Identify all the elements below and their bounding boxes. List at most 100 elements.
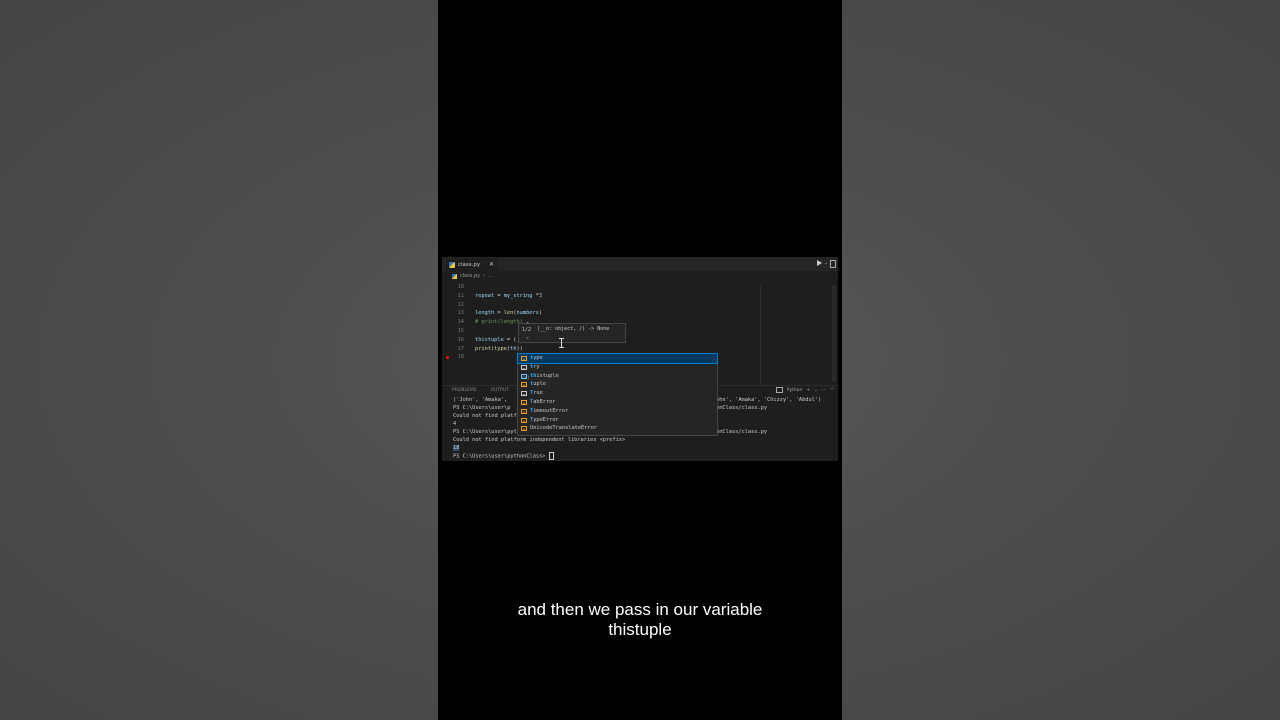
- line-number: 11: [457, 292, 464, 299]
- suggestion-rest: ry: [533, 363, 540, 370]
- terminal-dropdown-icon[interactable]: ⌄: [814, 388, 818, 393]
- suggestion-item[interactable]: ≡ True: [518, 389, 717, 398]
- suggestion-label: TimeoutError: [530, 407, 568, 416]
- split-editor-icon[interactable]: [830, 260, 836, 268]
- signature-next-icon[interactable]: ⌄: [526, 334, 529, 340]
- maximize-panel-icon[interactable]: ^: [830, 388, 834, 393]
- terminal-line: Could not find platform independent libr…: [453, 436, 625, 444]
- close-tab-icon[interactable]: ✕: [489, 261, 494, 268]
- terminal-cursor: [548, 452, 554, 460]
- panel-tabs: PROBLEMS OUTPUT: [452, 388, 509, 393]
- minimap-divider: [760, 285, 761, 385]
- suggestion-item[interactable]: ⊞ TabError: [518, 398, 717, 407]
- code-line[interactable]: 16 thistuple = (: [442, 336, 838, 345]
- signature-page: 1/2: [522, 327, 532, 333]
- code-token: repeat: [475, 292, 495, 299]
- code-token: thistuple: [475, 336, 504, 343]
- panel-actions: Python + ⌄ ··· ^: [775, 387, 834, 393]
- keyword-icon: ≡: [521, 364, 527, 371]
- terminal-name[interactable]: Python: [787, 388, 803, 393]
- breadcrumb-file[interactable]: class.py: [460, 273, 480, 279]
- breadcrumb: class.py › ...: [452, 273, 493, 279]
- tab-problems[interactable]: PROBLEMS: [452, 388, 477, 393]
- suggestion-rest: rue: [533, 390, 543, 397]
- code-token: ): [538, 310, 543, 317]
- code-token: numbers: [516, 310, 539, 317]
- suggestion-rest: abError: [533, 399, 556, 405]
- code-token: print: [475, 345, 491, 352]
- terminal-line-fragment: ohn', 'Amaka', 'Chizzy', 'Abdul'): [716, 397, 822, 403]
- suggestion-rest: ypeError: [533, 416, 559, 423]
- terminal-text: ('John', 'Amaka',: [453, 397, 508, 403]
- terminal-line: PS C:\Users\user\pythonClass>: [453, 452, 554, 461]
- suggestion-item[interactable]: ⊞ type: [517, 353, 718, 364]
- run-options-chevron-icon[interactable]: ⌄: [824, 260, 828, 266]
- breadcrumb-rest[interactable]: ...: [488, 273, 493, 279]
- signature-help-popup: ^ 1/2 ⌄ (__o: object, /) -> None: [518, 322, 626, 343]
- line-number: 18: [457, 354, 464, 361]
- terminal-text: Could not find platform independent libr…: [453, 437, 626, 443]
- editor-scrollbar[interactable]: [832, 285, 836, 381]
- code-line[interactable]: 10: [442, 283, 838, 292]
- code-token: 3: [538, 292, 543, 299]
- terminal-text: PS C:\Users\user\p: [453, 405, 511, 411]
- terminal-line: PS C:\Users\user\p: [453, 404, 510, 412]
- code-token: =: [494, 292, 504, 299]
- autocomplete-list[interactable]: ⊞ type ≡ try [x] thistuple ⊞ tuple ≡ True ⊞ TabErro…: [517, 353, 718, 436]
- suggestion-rest: ype: [533, 355, 543, 361]
- more-actions-icon[interactable]: ···: [822, 388, 826, 393]
- suggestion-item[interactable]: [x] thistuple: [518, 372, 717, 381]
- terminal-line-fragment: onClass/class.py: [716, 429, 768, 435]
- tab-filename: class.py: [458, 261, 481, 268]
- video-caption: and then we pass in our variable thistup…: [438, 600, 842, 640]
- code-token: =: [494, 310, 504, 317]
- line-code: length = len(numbers): [475, 309, 542, 318]
- tab-class-py[interactable]: class.py ✕: [446, 258, 498, 271]
- suggestion-item[interactable]: ⊞ TimeoutError: [518, 407, 717, 416]
- line-number: 15: [457, 328, 464, 334]
- code-token: length: [475, 310, 495, 317]
- line-number: 17: [457, 345, 464, 352]
- line-code: print(type(th)): [475, 345, 523, 354]
- code-token: type: [494, 345, 507, 352]
- signature-text: (__o: object, /) -> None: [537, 326, 610, 332]
- suggestion-item[interactable]: ⊞ tuple: [518, 380, 717, 389]
- keyword-icon: ≡: [521, 391, 527, 398]
- code-editor-window: class.py ✕ ⌄ class.py › ... 10 11 repeat =…: [442, 257, 838, 461]
- breakpoint-icon[interactable]: [446, 356, 449, 360]
- suggestion-item[interactable]: ⊞ UnicodeTranslateError: [518, 424, 717, 433]
- suggestion-label: True: [530, 389, 543, 398]
- suggestion-label: TabError: [530, 398, 556, 407]
- terminal-text: 18: [453, 445, 460, 451]
- code-token: len: [503, 310, 514, 317]
- terminal-icon: [775, 387, 783, 393]
- variable-icon: [x]: [521, 373, 530, 380]
- class-icon: ⊞: [521, 382, 527, 389]
- terminal-text: Could not find platf: [453, 413, 517, 419]
- code-line[interactable]: 15: [442, 327, 838, 336]
- code-token: my_string: [503, 292, 533, 299]
- suggestion-label: UnicodeTranslateError: [530, 424, 597, 433]
- class-icon: ⊞: [521, 356, 527, 362]
- code-line[interactable]: 13 length = len(numbers): [442, 309, 838, 318]
- code-line[interactable]: 12: [442, 301, 838, 310]
- terminal-line: 4: [453, 420, 456, 428]
- new-terminal-icon[interactable]: +: [806, 388, 810, 393]
- caption-line-2: thistuple: [608, 620, 672, 639]
- tab-output[interactable]: OUTPUT: [491, 388, 509, 393]
- suggestion-item[interactable]: ⊞ TypeError: [518, 416, 717, 425]
- suggestion-rest: istuple: [536, 372, 559, 379]
- code-token: )): [516, 345, 523, 352]
- suggestion-rest: imeoutError: [533, 407, 569, 414]
- mouse-ibeam-cursor: [559, 338, 564, 348]
- line-number: 16: [457, 336, 464, 343]
- code-line[interactable]: 11 repeat = my_string *3: [442, 292, 838, 301]
- terminal-text: 4: [453, 421, 457, 427]
- code-line[interactable]: 14 # print(length): [442, 318, 838, 327]
- suggestion-rest: UnicodeTranslateError: [530, 425, 597, 432]
- python-file-icon: [452, 273, 457, 279]
- class-icon: ⊞: [521, 400, 527, 406]
- line-number: 14: [457, 319, 464, 326]
- run-python-file-icon[interactable]: [817, 260, 822, 266]
- suggestion-item[interactable]: ≡ try: [518, 363, 717, 372]
